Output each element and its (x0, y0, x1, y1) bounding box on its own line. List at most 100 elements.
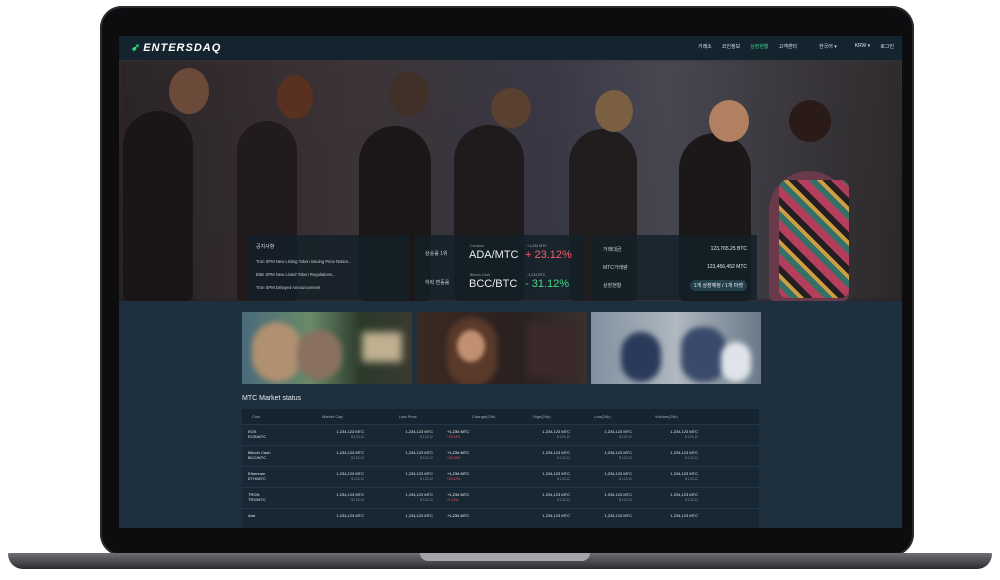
chg-sub-value: +23.12% (447, 435, 461, 439)
vol-cell: 1,234,123 MTC $ 123.12 (648, 450, 698, 460)
nav-menu: 거래소 코인정보 상장현황 고객센터 한국어 ▾ KRW ▾ 로그인 (698, 43, 894, 50)
column-header[interactable]: Low(24h) (594, 414, 611, 419)
high-cell: 1,234,123 MTC $ 123.12 (520, 450, 570, 460)
column-header[interactable]: Change(24h) (472, 414, 495, 419)
chg-sub-value: +23.12% (447, 477, 461, 481)
vol-cell: 1,234,123 MTC (648, 513, 698, 519)
cap-sub-value: $ 123.12 (351, 498, 364, 502)
cap-value: 1,234,123 MTC (336, 492, 364, 497)
notice-panel: 공지사항 Tron SPM New Listing Token Issuing … (247, 235, 410, 300)
column-header[interactable]: Volume(24h) (655, 414, 678, 419)
high-value: 1,234,123 MTC (542, 429, 570, 434)
cap-value: 1,234,123 MTC (336, 450, 364, 455)
cap-cell: 1,234,123 MTC (314, 513, 364, 519)
table-row[interactable]: EOS EOS/MTC 1,234,123 MTC $ 123.12 1,234,123… (242, 424, 759, 446)
nav-item-listing[interactable]: 상장현황 (750, 43, 768, 50)
table-row[interactable]: Ethereum ETH/MTC 1,234,123 MTC $ 123.12 1,23… (242, 466, 759, 488)
coin-cell: Ada (248, 513, 255, 518)
chg-value: +1,234 MTC (447, 471, 470, 476)
stat-label: MTC거래량 (603, 265, 628, 271)
high-cell: 1,234,123 MTC (520, 513, 570, 519)
rank-pair[interactable]: BCC/BTC (469, 278, 517, 290)
cap-value: 1,234,123 MTC (336, 429, 364, 434)
banner-thumbnail[interactable] (417, 312, 587, 384)
table-row[interactable]: Bitcoin Cash BCC/MTC 1,234,123 MTC $ 123.12… (242, 445, 759, 467)
chg-cell: +1,234 MTC +1.12% (447, 492, 497, 502)
nav-item-coin-info[interactable]: 코인정보 (722, 43, 740, 50)
rank-change-amount: +1,234 MTC (527, 244, 547, 248)
last-value: 1,234,123 MTC (405, 429, 433, 434)
low-value: 1,234,123 MTC (604, 450, 632, 455)
rank-change-pct: - 31.12% (525, 278, 570, 290)
high-value: 1,234,123 MTC (542, 492, 570, 497)
stat-value: 123,456,452 MTC (706, 264, 747, 270)
cap-cell: 1,234,123 MTC $ 123.12 (314, 429, 364, 439)
table-row[interactable]: TRON TRX/MTC 1,234,123 MTC $ 123.12 1,234,12… (242, 487, 759, 509)
logo[interactable]: ➶ ENTERSDAQ (131, 41, 221, 54)
rank-pair[interactable]: ADA/MTC (469, 249, 519, 261)
rank-label: 하락 변동률 (425, 280, 450, 286)
market-status-title: MTC Market status (242, 395, 302, 402)
cap-sub-value: $ 123.12 (351, 477, 364, 481)
column-header[interactable]: Last Price (399, 414, 417, 419)
notice-item[interactable]: Tron SPM New Listing Token Issuing Price… (256, 259, 351, 264)
low-cell: 1,234,123 MTC $ 123.12 (582, 450, 632, 460)
cap-cell: 1,234,123 MTC $ 123.12 (314, 471, 364, 481)
cap-sub-value: $ 123.12 (351, 435, 364, 439)
last-value: 1,234,123 MTC (405, 492, 433, 497)
notice-item[interactable]: Tron SPM Delayed Announcement (256, 285, 320, 290)
high-cell: 1,234,123 MTC $ 123.12 (520, 471, 570, 481)
language-select[interactable]: 한국어 ▾ (819, 43, 837, 50)
column-header[interactable]: Coin (252, 414, 260, 419)
vol-value: 1,234,123 MTC (670, 471, 698, 476)
last-cell: 1,234,123 MTC $ 123.12 (383, 450, 433, 460)
coin-pair: BCC/MTC (248, 455, 267, 460)
coin-cell: EOS EOS/MTC (248, 429, 266, 439)
coin-name: Ada (248, 513, 256, 518)
vol-value: 1,234,123 MTC (670, 492, 698, 497)
high-cell: 1,234,123 MTC $ 123.12 (520, 492, 570, 502)
logo-text: ENTERSDAQ (143, 42, 222, 54)
notice-item[interactable]: BitIn SPM New Listed Token Regulations..… (256, 272, 336, 277)
chg-value: +1,234 MTC (447, 429, 470, 434)
last-value: 1,234,123 MTC (405, 513, 433, 518)
rank-coin-name: Bitcoin Cash (470, 273, 491, 277)
stats-panel: 거래대금 123,765.25 BTC MTC거래량 123,456,452 M… (591, 235, 757, 300)
nav-item-exchange[interactable]: 거래소 (698, 43, 712, 50)
high-value: 1,234,123 MTC (542, 471, 570, 476)
high-value: 1,234,123 MTC (542, 513, 570, 518)
chg-cell: +1,234 MTC (447, 513, 497, 519)
login-link[interactable]: 로그인 (880, 43, 894, 50)
top-nav: ➶ ENTERSDAQ 거래소 코인정보 상장현황 고객센터 한국어 ▾ KRW … (119, 36, 902, 60)
low-sub-value: $ 123.12 (619, 456, 632, 460)
hero-banner: 공지사항 Tron SPM New Listing Token Issuing … (119, 60, 902, 301)
chg-cell: +1,234 MTC +23.12% (447, 471, 497, 481)
rank-coin-name: Cardano (470, 244, 484, 248)
vol-value: 1,234,123 MTC (670, 450, 698, 455)
nav-item-support[interactable]: 고객센터 (779, 43, 797, 50)
coin-cell: Ethereum ETH/MTC (248, 471, 266, 481)
logo-icon: ➶ (131, 42, 142, 54)
last-value: 1,234,123 MTC (405, 471, 433, 476)
stat-label: 상장현황 (603, 283, 622, 289)
cap-cell: 1,234,123 MTC $ 123.12 (314, 492, 364, 502)
high-sub-value: $ 123.12 (557, 456, 570, 460)
currency-select[interactable]: KRW ▾ (855, 43, 870, 50)
column-header[interactable]: High(24h) (533, 414, 551, 419)
low-value: 1,234,123 MTC (604, 471, 632, 476)
cap-value: 1,234,123 MTC (336, 471, 364, 476)
banner-thumbnail[interactable] (242, 312, 412, 384)
low-sub-value: $ 123.12 (619, 435, 632, 439)
table-row[interactable]: Ada 1,234,123 MTC 1,234,123 MTC +1,234 MTC 1… (242, 508, 759, 528)
stat-value[interactable]: 1개 상장예정 / 1개 마켓 (689, 280, 747, 291)
last-cell: 1,234,123 MTC $ 123.12 (383, 492, 433, 502)
vol-cell: 1,234,123 MTC $ 123.12 (648, 492, 698, 502)
laptop-notch (420, 553, 590, 561)
last-sub-value: $ 123.12 (420, 477, 433, 481)
cap-sub-value: $ 123.12 (351, 456, 364, 460)
chg-value: +1,234 MTC (447, 492, 470, 497)
column-header[interactable]: Market Cap (322, 414, 343, 419)
banner-thumbnail[interactable] (591, 312, 761, 384)
last-sub-value: $ 123.12 (420, 498, 433, 502)
market-table-header: Coin Market Cap Last Price Change(24h) H… (242, 409, 759, 424)
